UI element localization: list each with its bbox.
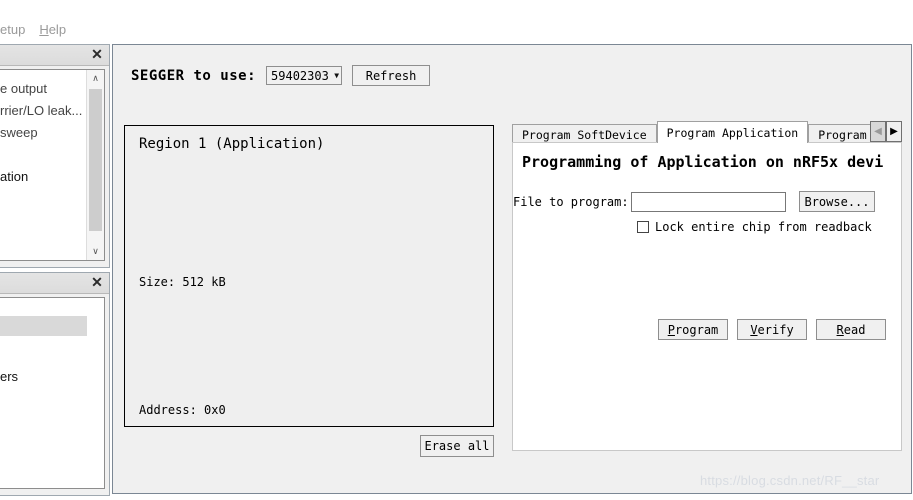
segger-select[interactable]: 59402303 ▼ [266,66,342,85]
menu-item-setup-label: etup [0,22,25,37]
program-tab-panel: Program SoftDevice Program Application P… [512,121,902,451]
left-dock-bottom-titlebar: ✕ [0,273,109,294]
lock-chip-checkbox[interactable] [637,221,649,233]
erase-all-button[interactable]: Erase all [420,435,494,457]
list-item[interactable] [0,316,87,336]
program-action-buttons: Program Verify Read [658,319,886,340]
memory-region-box[interactable]: Region 1 (Application) Size: 512 kB Addr… [124,125,494,427]
list-item[interactable]: rrier/LO leak... [0,100,87,122]
chevron-right-icon[interactable]: ▶ [886,121,902,142]
tab-scroll-controls: ◀ ▶ [870,121,902,142]
erase-all-button-label: Erase all [424,439,489,453]
left-dock-bottom-list[interactable]: ers [0,298,87,488]
list-item[interactable]: sweep [0,122,87,144]
file-to-program-row: File to program: Browse... [513,191,901,212]
left-dock-bottom-panel: ✕ ers [0,272,110,496]
close-icon[interactable]: ✕ [89,46,105,62]
list-item[interactable] [0,298,87,316]
left-dock-bottom-body: ers [0,297,105,489]
tab-program-softdevice[interactable]: Program SoftDevice [512,124,657,144]
tab-content-program-application: Programming of Application on nRF5x devi… [512,142,902,451]
scroll-down-icon[interactable]: ∨ [87,243,104,260]
verify-button-label: erify [758,323,794,337]
list-item[interactable]: ation [0,166,87,188]
browse-button[interactable]: Browse... [799,191,875,212]
file-to-program-input[interactable] [631,192,786,212]
close-icon[interactable]: ✕ [89,274,105,290]
menu-bar: etup Help [0,18,130,40]
left-dock-top-panel: ✕ e output rrier/LO leak... sweep ation … [0,44,110,268]
lock-chip-row[interactable]: Lock entire chip from readback [637,220,872,234]
program-button-label: rogram [675,323,718,337]
list-item[interactable]: ers [0,366,87,388]
scroll-up-icon[interactable]: ∧ [87,70,104,87]
left-dock-top-body: e output rrier/LO leak... sweep ation ∧ … [0,69,105,261]
region-title: Region 1 (Application) [139,136,324,152]
refresh-button[interactable]: Refresh [352,65,430,86]
segger-selection-row: SEGGER to use: 59402303 ▼ Refresh [131,65,430,86]
chevron-left-icon[interactable]: ◀ [870,121,886,142]
verify-button-mnemonic: V [750,323,757,337]
page-title: Programming of Application on nRF5x devi [522,153,883,171]
segger-label: SEGGER to use: [131,68,256,84]
refresh-button-label: Refresh [366,69,417,83]
list-item[interactable]: e output [0,78,87,100]
browse-button-label: Browse... [804,195,869,209]
program-button-mnemonic: P [668,323,675,337]
tab-program-application[interactable]: Program Application [657,121,809,143]
left-dock-top-titlebar: ✕ [0,45,109,66]
verify-button[interactable]: Verify [737,319,807,340]
left-dock-top-list[interactable]: e output rrier/LO leak... sweep ation [0,70,87,260]
list-item[interactable] [0,336,87,366]
tab-strip: Program SoftDevice Program Application P… [512,121,902,143]
region-address: Address: 0x0 [139,403,226,417]
read-button-label: ead [844,323,866,337]
tab-program-application-label: Program Application [667,126,799,140]
file-to-program-label: File to program: [513,195,631,209]
main-panel: SEGGER to use: 59402303 ▼ Refresh Region… [112,44,912,494]
scrollbar-thumb[interactable] [89,89,102,231]
menu-item-help-mnemonic: H [39,22,48,37]
read-button-mnemonic: R [837,323,844,337]
region-size: Size: 512 kB [139,275,226,289]
menu-item-setup[interactable]: etup [0,22,25,37]
menu-item-help-label: elp [49,22,66,37]
program-button[interactable]: Program [658,319,728,340]
tab-program-softdevice-label: Program SoftDevice [522,128,647,142]
lock-chip-label: Lock entire chip from readback [655,220,872,234]
left-dock-top-scrollbar[interactable]: ∧ ∨ [86,70,104,260]
chevron-down-icon: ▼ [334,71,339,80]
read-button[interactable]: Read [816,319,886,340]
list-item[interactable] [0,144,87,166]
segger-select-value: 59402303 [271,69,329,83]
menu-item-help[interactable]: Help [39,22,66,37]
